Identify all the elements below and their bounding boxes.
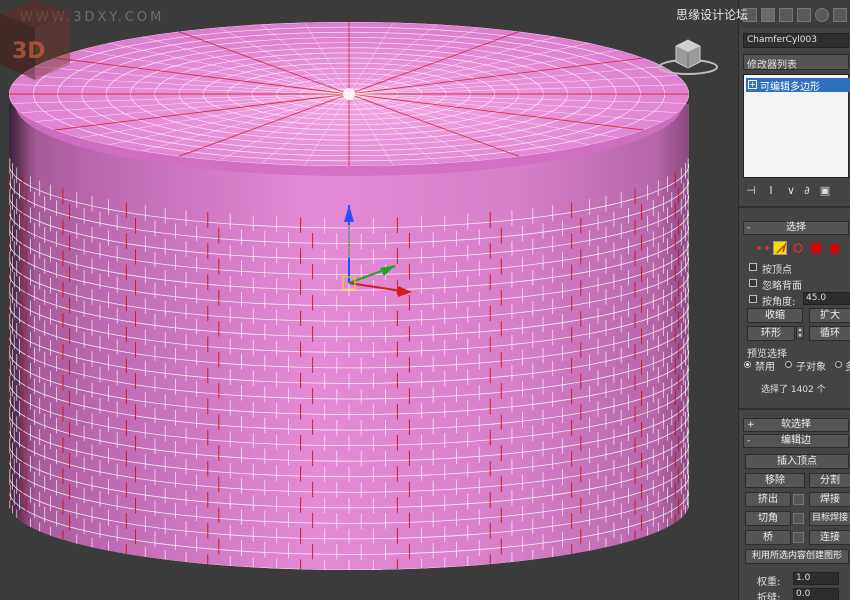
by-angle-label: 按角度: (762, 293, 795, 308)
stack-item-editable-poly[interactable]: + 可编辑多边形 (746, 78, 850, 92)
vertex-mode-icon[interactable] (755, 241, 769, 255)
preview-disabled-radio[interactable] (744, 361, 751, 368)
grow-button[interactable]: 扩大 (809, 308, 850, 323)
split-button[interactable]: 分割 (809, 473, 850, 488)
modify-tab-icon[interactable] (761, 8, 775, 22)
weight-input[interactable]: 1.0 (793, 572, 839, 585)
expand-icon[interactable]: + (748, 80, 757, 89)
rollout-title: 编辑边 (781, 435, 811, 446)
pin-stack-icon[interactable]: ⊣ (745, 185, 757, 197)
logo-3d-text: 3D (12, 39, 46, 64)
panel-tabbar (739, 0, 850, 28)
ring-button[interactable]: 环形 (747, 326, 795, 341)
display-tab-icon[interactable] (815, 8, 829, 22)
modifier-list-dropdown[interactable]: 修改器列表 (743, 54, 849, 70)
preview-disabled-label: 禁用 (755, 358, 775, 373)
viewcube-icon[interactable] (656, 34, 720, 78)
crease-input[interactable]: 0.0 (793, 588, 839, 600)
stack-item-label: 可编辑多边形 (760, 82, 820, 93)
extrude-button[interactable]: 挤出 (745, 492, 791, 507)
chamfer-cylinder-mesh[interactable] (0, 0, 738, 600)
rollout-marker: - (747, 222, 750, 234)
hierarchy-tab-icon[interactable] (779, 8, 793, 22)
ring-spinner[interactable]: ▴▾ (796, 326, 804, 339)
viewport-perspective[interactable]: WWW.3DXY.COM 3D (0, 0, 738, 600)
remove-modifier-icon[interactable]: ∂ (801, 185, 813, 197)
divider (739, 206, 850, 208)
chamfer-button[interactable]: 切角 (745, 511, 791, 526)
rollout-marker: + (747, 419, 755, 431)
show-end-result-icon[interactable]: Ⅰ (765, 185, 777, 197)
stack-toolbar: ⊣ Ⅰ ∨ ∂ ▣ (739, 183, 850, 201)
rollout-title: 软选择 (781, 419, 811, 430)
brand-watermark: 思缘设计论坛 (676, 6, 748, 23)
command-panel: ChamferCyl003 修改器列表 + 可编辑多边形 ⊣ Ⅰ ∨ ∂ ▣ -… (738, 0, 850, 600)
connect-button[interactable]: 连接 (809, 530, 850, 545)
border-mode-icon[interactable] (791, 241, 805, 255)
object-name-field[interactable]: ChamferCyl003 (743, 33, 849, 48)
make-unique-icon[interactable]: ∨ (785, 185, 797, 197)
element-mode-icon[interactable] (827, 241, 841, 255)
motion-tab-icon[interactable] (797, 8, 811, 22)
rollout-selection[interactable]: - 选择 (743, 221, 849, 235)
by-vertex-checkbox[interactable] (749, 263, 757, 271)
preview-multi-label: 多 (845, 358, 850, 373)
angle-input[interactable]: 45.0 (803, 292, 850, 305)
configure-modifier-sets-icon[interactable]: ▣ (819, 185, 831, 197)
ignore-backfacing-label: 忽略背面 (762, 277, 802, 292)
preview-multi-radio[interactable] (835, 361, 842, 368)
modifier-stack[interactable]: + 可编辑多边形 (743, 74, 849, 178)
crease-label: 折缝: (757, 589, 780, 600)
insert-vertex-button[interactable]: 插入顶点 (745, 454, 849, 469)
divider (739, 408, 850, 410)
bridge-settings-button[interactable] (793, 532, 804, 543)
extrude-settings-button[interactable] (793, 494, 804, 505)
bridge-button[interactable]: 桥 (745, 530, 791, 545)
by-angle-checkbox[interactable] (749, 295, 757, 303)
shrink-button[interactable]: 收缩 (747, 308, 803, 323)
rollout-marker: - (747, 435, 750, 447)
preview-subobject-label: 子对象 (796, 358, 826, 373)
loop-button[interactable]: 循环 (809, 326, 850, 341)
preview-subobject-radio[interactable] (785, 361, 792, 368)
utilities-tab-icon[interactable] (833, 8, 847, 22)
by-vertex-label: 按顶点 (762, 261, 792, 276)
ignore-backfacing-checkbox[interactable] (749, 279, 757, 287)
target-weld-button[interactable]: 目标焊接 (809, 511, 850, 526)
rollout-edit-edges[interactable]: - 编辑边 (743, 434, 849, 448)
polygon-mode-icon[interactable] (809, 241, 823, 255)
edge-mode-icon[interactable] (773, 241, 787, 255)
chamfer-settings-button[interactable] (793, 513, 804, 524)
selection-count-text: 选择了 1402 个 (761, 382, 826, 395)
weld-button[interactable]: 焊接 (809, 492, 850, 507)
logo-3d-icon: 3D (0, 0, 70, 80)
weight-label: 权重: (757, 573, 780, 588)
rollout-soft-selection[interactable]: + 软选择 (743, 418, 849, 432)
rollout-title: 选择 (786, 222, 806, 233)
remove-button[interactable]: 移除 (745, 473, 805, 488)
create-shape-button[interactable]: 利用所选内容创建图形 (745, 549, 849, 564)
